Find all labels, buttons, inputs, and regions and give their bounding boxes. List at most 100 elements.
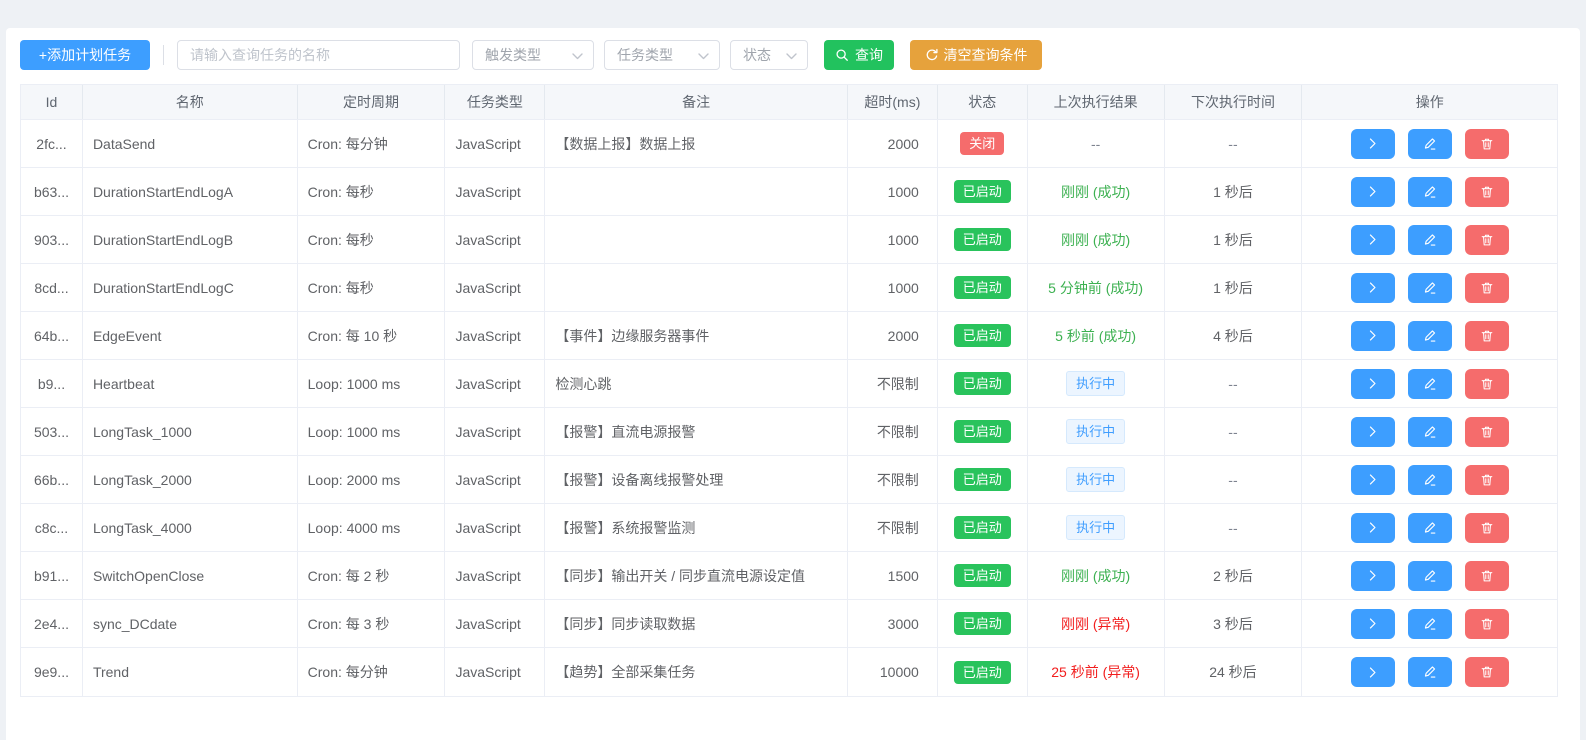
edit-task-button[interactable]: [1408, 561, 1452, 591]
chevron-down-icon: [786, 47, 797, 63]
delete-task-button[interactable]: [1465, 609, 1509, 639]
search-input[interactable]: [177, 40, 460, 70]
delete-task-button[interactable]: [1465, 273, 1509, 303]
task-table: Id 名称 定时周期 任务类型 备注 超时(ms) 状态 上次执行结果 下次执行…: [20, 84, 1558, 697]
table-row: 66b... LongTask_2000 Loop: 2000 ms JavaS…: [21, 456, 1557, 504]
cell-timeout: 不限制: [848, 504, 938, 551]
clear-query-button-label: 清空查询条件: [944, 45, 1028, 65]
run-task-button[interactable]: [1351, 129, 1395, 159]
status-badge: 已启动: [954, 372, 1011, 395]
run-task-button[interactable]: [1351, 657, 1395, 687]
cell-type: JavaScript: [445, 648, 545, 696]
delete-task-button[interactable]: [1465, 369, 1509, 399]
delete-task-button[interactable]: [1465, 465, 1509, 495]
delete-task-button[interactable]: [1465, 177, 1509, 207]
table-row: 2e4... sync_DCdate Cron: 每 3 秒 JavaScrip…: [21, 600, 1557, 648]
edit-task-button[interactable]: [1408, 273, 1452, 303]
run-task-button[interactable]: [1351, 513, 1395, 543]
cell-remark: 【数据上报】数据上报: [545, 120, 848, 167]
cell-timeout: 1000: [848, 216, 938, 263]
edit-task-button[interactable]: [1408, 225, 1452, 255]
cell-cycle: Loop: 2000 ms: [298, 456, 446, 503]
cell-cycle: Cron: 每秒: [298, 216, 446, 263]
run-task-button[interactable]: [1351, 177, 1395, 207]
edit-task-button[interactable]: [1408, 513, 1452, 543]
cell-cycle: Cron: 每 3 秒: [298, 600, 446, 647]
run-task-button[interactable]: [1351, 225, 1395, 255]
delete-task-button[interactable]: [1465, 129, 1509, 159]
cell-name: Trend: [83, 648, 298, 696]
cell-type: JavaScript: [445, 120, 545, 167]
cell-remark: [545, 168, 848, 215]
run-task-button[interactable]: [1351, 609, 1395, 639]
cell-cycle: Loop: 1000 ms: [298, 360, 446, 407]
task-type-select[interactable]: 任务类型: [604, 40, 720, 70]
delete-task-button[interactable]: [1465, 657, 1509, 687]
cell-remark: 【报警】直流电源报警: [545, 408, 848, 455]
cell-name: Heartbeat: [83, 360, 298, 407]
toolbar-divider: [163, 45, 164, 65]
run-task-button[interactable]: [1351, 369, 1395, 399]
status-select[interactable]: 状态: [730, 40, 808, 70]
pencil-icon: [1423, 521, 1437, 535]
trash-icon: [1480, 329, 1494, 343]
last-result: 执行中: [1066, 515, 1125, 541]
cell-name: DataSend: [83, 120, 298, 167]
edit-task-button[interactable]: [1408, 417, 1452, 447]
pencil-icon: [1423, 425, 1437, 439]
pencil-icon: [1423, 665, 1437, 679]
run-task-button[interactable]: [1351, 273, 1395, 303]
status-badge: 已启动: [954, 612, 1011, 635]
edit-task-button[interactable]: [1408, 369, 1452, 399]
status-badge: 已启动: [954, 564, 1011, 587]
cell-id: 503...: [21, 408, 83, 455]
cell-next: --: [1165, 360, 1303, 407]
cell-cycle: Loop: 1000 ms: [298, 408, 446, 455]
last-result: 刚刚 (异常): [1061, 614, 1130, 634]
cell-remark: 【报警】系统报警监测: [545, 504, 848, 551]
last-result: 刚刚 (成功): [1061, 230, 1130, 250]
chevron-right-icon: [1366, 521, 1379, 534]
cell-id: 9e9...: [21, 648, 83, 696]
col-header-name: 名称: [83, 85, 298, 119]
edit-task-button[interactable]: [1408, 609, 1452, 639]
edit-task-button[interactable]: [1408, 657, 1452, 687]
col-header-actions: 操作: [1302, 85, 1557, 119]
delete-task-button[interactable]: [1465, 321, 1509, 351]
cell-cycle: Cron: 每分钟: [298, 648, 446, 696]
status-badge: 已启动: [954, 180, 1011, 203]
clear-query-button[interactable]: 清空查询条件: [910, 40, 1042, 70]
cell-id: 903...: [21, 216, 83, 263]
run-task-button[interactable]: [1351, 417, 1395, 447]
delete-task-button[interactable]: [1465, 417, 1509, 447]
delete-task-button[interactable]: [1465, 513, 1509, 543]
task-type-select-label: 任务类型: [617, 45, 673, 65]
edit-task-button[interactable]: [1408, 177, 1452, 207]
delete-task-button[interactable]: [1465, 561, 1509, 591]
cell-remark: [545, 264, 848, 311]
run-task-button[interactable]: [1351, 465, 1395, 495]
table-row: c8c... LongTask_4000 Loop: 4000 ms JavaS…: [21, 504, 1557, 552]
last-result: 25 秒前 (异常): [1051, 662, 1140, 682]
cell-timeout: 2000: [848, 120, 938, 167]
edit-task-button[interactable]: [1408, 321, 1452, 351]
cell-next: 2 秒后: [1165, 552, 1303, 599]
query-button[interactable]: 查询: [824, 40, 894, 70]
cell-name: LongTask_1000: [83, 408, 298, 455]
edit-task-button[interactable]: [1408, 129, 1452, 159]
cell-cycle: Cron: 每分钟: [298, 120, 446, 167]
cell-timeout: 不限制: [848, 456, 938, 503]
last-result: 5 秒前 (成功): [1055, 326, 1136, 346]
edit-task-button[interactable]: [1408, 465, 1452, 495]
run-task-button[interactable]: [1351, 561, 1395, 591]
delete-task-button[interactable]: [1465, 225, 1509, 255]
last-result: 执行中: [1066, 371, 1125, 397]
pencil-icon: [1423, 137, 1437, 151]
cell-type: JavaScript: [445, 600, 545, 647]
add-task-button[interactable]: +添加计划任务: [20, 40, 150, 70]
table-row: b9... Heartbeat Loop: 1000 ms JavaScript…: [21, 360, 1557, 408]
trash-icon: [1480, 377, 1494, 391]
cell-cycle: Cron: 每 2 秒: [298, 552, 446, 599]
trigger-type-select[interactable]: 触发类型: [472, 40, 594, 70]
run-task-button[interactable]: [1351, 321, 1395, 351]
